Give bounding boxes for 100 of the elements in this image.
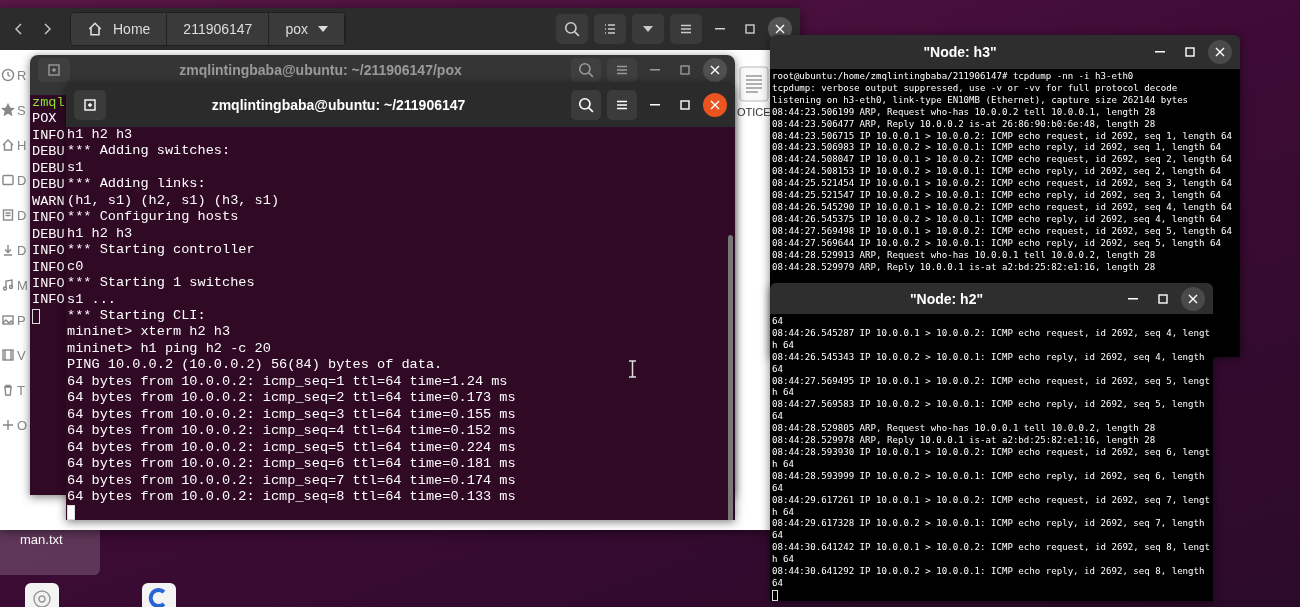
file-item[interactable]: OTICE [737,66,771,118]
sidebar-item[interactable]: P [1,309,26,331]
terminal-line: *** Starting CLI: [67,308,206,325]
path-button[interactable]: Home [71,13,168,45]
terminal-line: 08:44:28.593930 IP 10.0.0.1 > 10.0.0.2: ICMP echo request, id 2692, seq 6, lengt [772,446,1211,459]
terminal-line: 64 [772,530,784,543]
music-note-icon [1,278,15,292]
path-button[interactable]: 211906147 [167,13,270,45]
terminal-line: 08:44:29.617328 IP 10.0.0.2 > 10.0.0.1: ICMP echo reply, id 2692, seq 7, length [772,518,1206,531]
terminal-line: 64 bytes from 10.0.0.2: icmp_seq=7 ttl=64 time=0.174 ms [67,472,516,489]
path-button[interactable]: pox [269,13,345,45]
download-icon [1,243,15,257]
menu-button[interactable] [670,14,702,44]
maximize-icon [1156,291,1170,306]
sidebar-item[interactable]: D [1,239,27,261]
search-icon [578,62,594,78]
terminal-line: 64 bytes from 10.0.0.2: icmp_seq=1 ttl=64 time=1.24 ms [67,373,508,391]
terminal-line: 08:44:29.617261 IP 10.0.0.1 > 10.0.0.2: ICMP echo request, id 2692, seq 7, lengt [772,494,1211,507]
terminal-line: DEBU [32,226,65,244]
sidebar-item[interactable]: D [1,204,27,226]
terminal-line: s1 ... [67,291,116,308]
terminal-line: root@ubuntu:/home/zmqlintingbaba/211906147# tcpdump -nn -i h3-eth0 [772,71,1135,83]
settings-app-icon[interactable] [25,583,59,607]
terminal-line: mininet> h1 ping h2 -c 20 [67,340,271,358]
sidebar-item[interactable]: D [1,169,27,191]
terminal-line: INFO [32,259,65,276]
terminal-line: h 64 [772,387,795,400]
minimize-icon [650,103,660,106]
search-icon [564,21,580,37]
menu-icon [679,22,693,36]
sidebar-item[interactable]: H [1,134,27,156]
sidebar-item[interactable]: V [1,344,26,366]
terminal-line: 08:44:23.506983 IP 10.0.0.2 > 10.0.0.1: ICMP echo reply, id 2692, seq 1, length 64 [772,142,1222,155]
caret-icon [643,26,653,32]
search-button[interactable] [571,89,601,120]
new-tab-icon [83,97,97,112]
document-icon [1,208,15,222]
clock-icon [1,68,15,82]
search-button[interactable] [556,14,588,44]
terminal-line: POX [32,111,57,128]
terminal-line: zmql [32,95,65,112]
terminal-line: 08:44:28.529978 ARP, Reply 10.0.0.1 is-at a2:bd:25:82:e1:16, length 28 [772,435,1157,447]
menu-icon [615,63,629,77]
sidebar-item[interactable]: M [1,274,28,296]
terminal-line: 08:44:25.521454 IP 10.0.0.1 > 10.0.0.2: ICMP echo request, id 2692, seq 3, length 64 [772,178,1233,191]
terminal-line: h1 h2 h3 [67,225,133,243]
text-file-icon [738,66,769,102]
window-title: zmqlintingbaba@ubuntu: ~/211906147 [210,96,467,113]
close-button[interactable] [703,92,727,117]
text-cursor [772,589,778,601]
close-button[interactable] [703,58,727,82]
maximize-icon [1183,45,1197,59]
terminal-line: 08:44:28.593999 IP 10.0.0.2 > 10.0.0.1: ICMP echo reply, id 2692, seq 6, length [772,470,1206,483]
terminal-line: 64 bytes from 10.0.0.2: icmp_seq=5 ttl=64 time=0.224 ms [67,439,516,457]
home-icon [1,138,15,152]
terminal-line: WARN [32,193,65,211]
search-icon [578,96,594,113]
sidebar-item[interactable]: O [1,414,28,436]
terminal-line: s1 [67,159,84,177]
view-options-button[interactable] [632,14,664,44]
star-icon [1,103,15,117]
minimize-icon [1155,51,1165,53]
maximize-icon [678,97,692,112]
terminal-line: h 64 [772,458,795,471]
terminal-line: mininet> xterm h2 h3 [67,324,231,341]
app-icon[interactable] [142,583,176,607]
list-icon [603,22,617,36]
text-cursor [67,505,75,520]
list-view-button[interactable] [594,14,626,44]
terminal-line: 64 [772,316,784,328]
sidebar-item[interactable]: S [1,99,26,121]
maximize-icon [678,63,692,77]
close-button[interactable] [1181,286,1205,311]
film-icon [1,348,15,362]
terminal-line: INFO [32,210,65,227]
terminal-line: 64 bytes from 10.0.0.2: icmp_seq=8 ttl=64 time=0.133 ms [67,488,516,506]
menu-button[interactable] [607,89,637,120]
desktop-file[interactable]: man.txt [0,530,100,575]
terminal-line: 64 bytes from 10.0.0.2: icmp_seq=4 ttl=64 time=0.152 ms [67,423,516,440]
window-title: "Node: h3" [922,44,998,60]
terminal-line: h 64 [772,506,795,519]
terminal-line: 64 [772,577,784,590]
terminal-line: 64 bytes from 10.0.0.2: icmp_seq=6 ttl=64 time=0.181 ms [67,456,516,473]
sidebar-item[interactable]: T [1,379,25,401]
sidebar-item[interactable]: R [1,64,27,86]
terminal-line: *** Adding links: [67,176,206,193]
terminal-line: 08:44:26.545290 IP 10.0.0.1 > 10.0.0.2: ICMP echo request, id 2692, seq 4, length 64 [772,201,1233,214]
terminal-line: 08:44:26.545343 IP 10.0.0.2 > 10.0.0.1: ICMP echo reply, id 2692, seq 4, length [772,351,1206,364]
terminal-line: 08:44:26.545287 IP 10.0.0.1 > 10.0.0.2: ICMP echo request, id 2692, seq 4, lengt [772,327,1211,340]
terminal-line: *** Configuring hosts [67,209,239,226]
terminal-line: INFO [32,243,65,260]
new-tab-button[interactable] [74,89,106,120]
terminal-line: *** Adding switches: [67,143,231,160]
terminal-line: 64 [772,411,784,424]
close-icon [1213,45,1227,59]
scrollbar[interactable] [728,235,733,520]
terminal-line: 08:44:23.506477 ARP, Reply 10.0.0.2 is-at 26:86:90:b0:6e:48, length 28 [772,118,1157,131]
terminal-line: 64 bytes from 10.0.0.2: icmp_seq=2 ttl=64 time=0.173 ms [67,390,516,407]
minimize-icon [650,69,660,71]
close-button[interactable] [1208,40,1232,64]
